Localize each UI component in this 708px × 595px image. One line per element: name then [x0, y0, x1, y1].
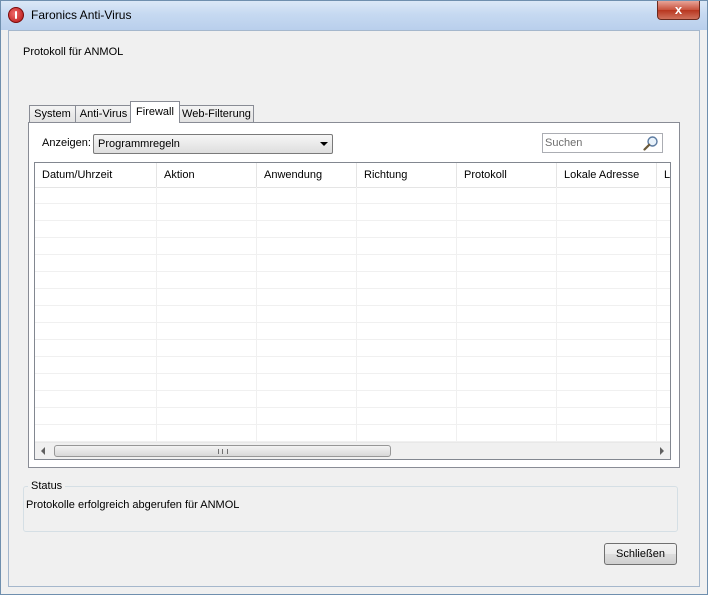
column-divider	[356, 187, 357, 443]
status-legend: Status	[28, 480, 66, 492]
close-button[interactable]: Schließen	[604, 543, 677, 565]
table-row	[35, 221, 670, 238]
tab-web-filterung[interactable]: Web-Filterung	[179, 105, 254, 122]
scroll-right-arrow-icon[interactable]	[660, 447, 664, 455]
tab-anti-virus[interactable]: Anti-Virus	[75, 105, 132, 122]
column-divider	[456, 187, 457, 443]
tab-firewall[interactable]: Firewall	[130, 101, 180, 123]
column-header-anwendung[interactable]: Anwendung	[257, 163, 357, 187]
table-row	[35, 357, 670, 374]
column-header-richtung[interactable]: Richtung	[357, 163, 457, 187]
scroll-left-arrow-icon[interactable]	[41, 447, 45, 455]
column-divider	[256, 187, 257, 443]
column-header-aktion[interactable]: Aktion	[157, 163, 257, 187]
column-divider	[556, 187, 557, 443]
scrollbar-thumb[interactable]	[54, 445, 391, 457]
faronics-app-icon	[8, 7, 24, 23]
search-input[interactable]	[545, 136, 640, 150]
close-icon: x	[674, 2, 683, 17]
column-divider	[656, 187, 657, 443]
scrollbar-grip-icon	[218, 449, 228, 454]
page-title: Protokoll für ANMOL	[23, 46, 124, 58]
search-icon[interactable]	[643, 135, 659, 151]
filter-dropdown[interactable]: Programmregeln	[93, 134, 333, 154]
column-header-l[interactable]: L	[657, 163, 670, 187]
table-row	[35, 425, 670, 442]
table-row	[35, 255, 670, 272]
table-row	[35, 204, 670, 221]
table-row	[35, 323, 670, 340]
title-bar[interactable]: Faronics Anti-Virus x	[1, 1, 707, 30]
table-row	[35, 408, 670, 425]
filter-label: Anzeigen:	[42, 137, 91, 149]
window-title: Faronics Anti-Virus	[31, 8, 132, 22]
table-row	[35, 289, 670, 306]
filter-selected-value: Programmregeln	[98, 138, 180, 150]
column-header-lokale-adresse[interactable]: Lokale Adresse	[557, 163, 657, 187]
column-header-datum-uhrzeit[interactable]: Datum/Uhrzeit	[35, 163, 157, 187]
table-row	[35, 187, 670, 204]
table-row	[35, 306, 670, 323]
chevron-down-icon	[320, 142, 328, 146]
status-message: Protokolle erfolgreich abgerufen für ANM…	[26, 499, 240, 511]
window-close-button[interactable]: x	[657, 1, 700, 20]
tab-system[interactable]: System	[29, 105, 76, 122]
table-header: Datum/Uhrzeit Aktion Anwendung Richtung …	[35, 163, 670, 188]
table-row	[35, 391, 670, 408]
horizontal-scrollbar[interactable]	[35, 442, 670, 459]
column-header-protokoll[interactable]: Protokoll	[457, 163, 557, 187]
table-row	[35, 374, 670, 391]
table-row	[35, 238, 670, 255]
log-table[interactable]: Datum/Uhrzeit Aktion Anwendung Richtung …	[34, 162, 671, 460]
column-divider	[156, 187, 157, 443]
table-row	[35, 340, 670, 357]
table-row	[35, 272, 670, 289]
search-box[interactable]	[542, 133, 663, 153]
